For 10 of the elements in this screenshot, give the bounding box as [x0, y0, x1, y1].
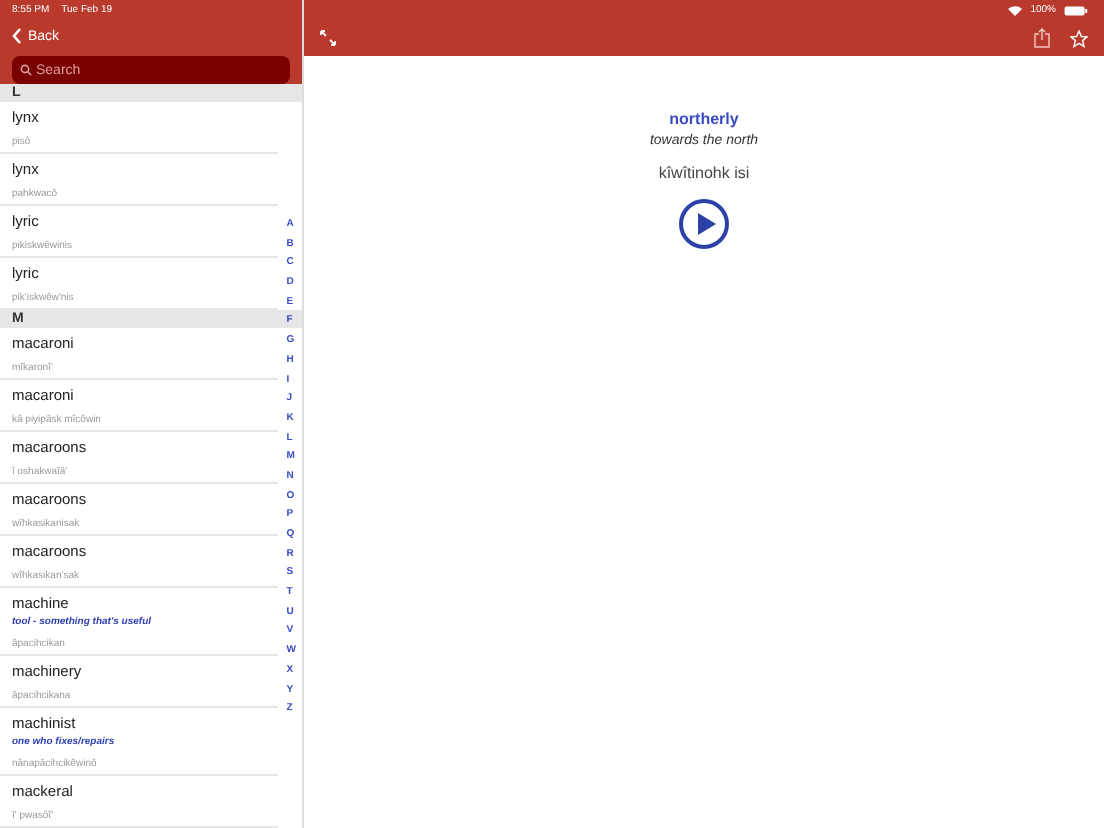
expand-icon[interactable]	[320, 30, 336, 46]
translation: kîwîtinohk isi	[658, 164, 750, 182]
back-chevron-icon	[12, 28, 22, 44]
search-icon	[20, 64, 32, 76]
headword: northerly	[669, 110, 739, 128]
wifi-icon	[1008, 5, 1023, 15]
star-icon[interactable]	[1070, 29, 1088, 47]
battery-icon	[1064, 5, 1088, 15]
play-icon[interactable]	[678, 198, 730, 250]
share-icon[interactable]	[1034, 28, 1050, 48]
